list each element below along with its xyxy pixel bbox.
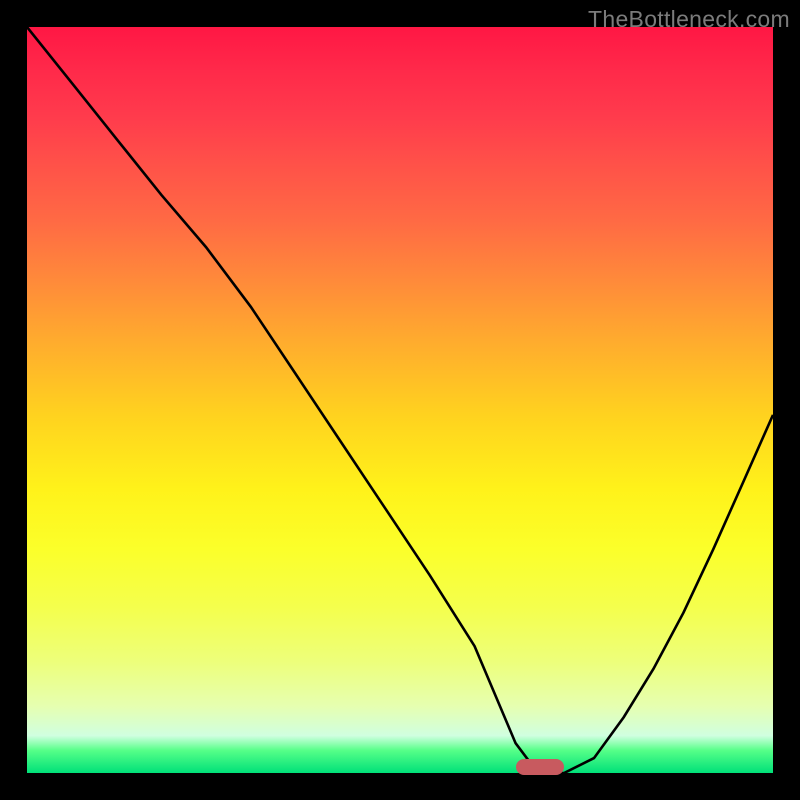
watermark-text: TheBottleneck.com (588, 6, 790, 33)
optimal-marker (516, 759, 564, 775)
plot-area (27, 27, 773, 773)
bottleneck-curve (27, 27, 773, 773)
chart-frame: TheBottleneck.com (0, 0, 800, 800)
